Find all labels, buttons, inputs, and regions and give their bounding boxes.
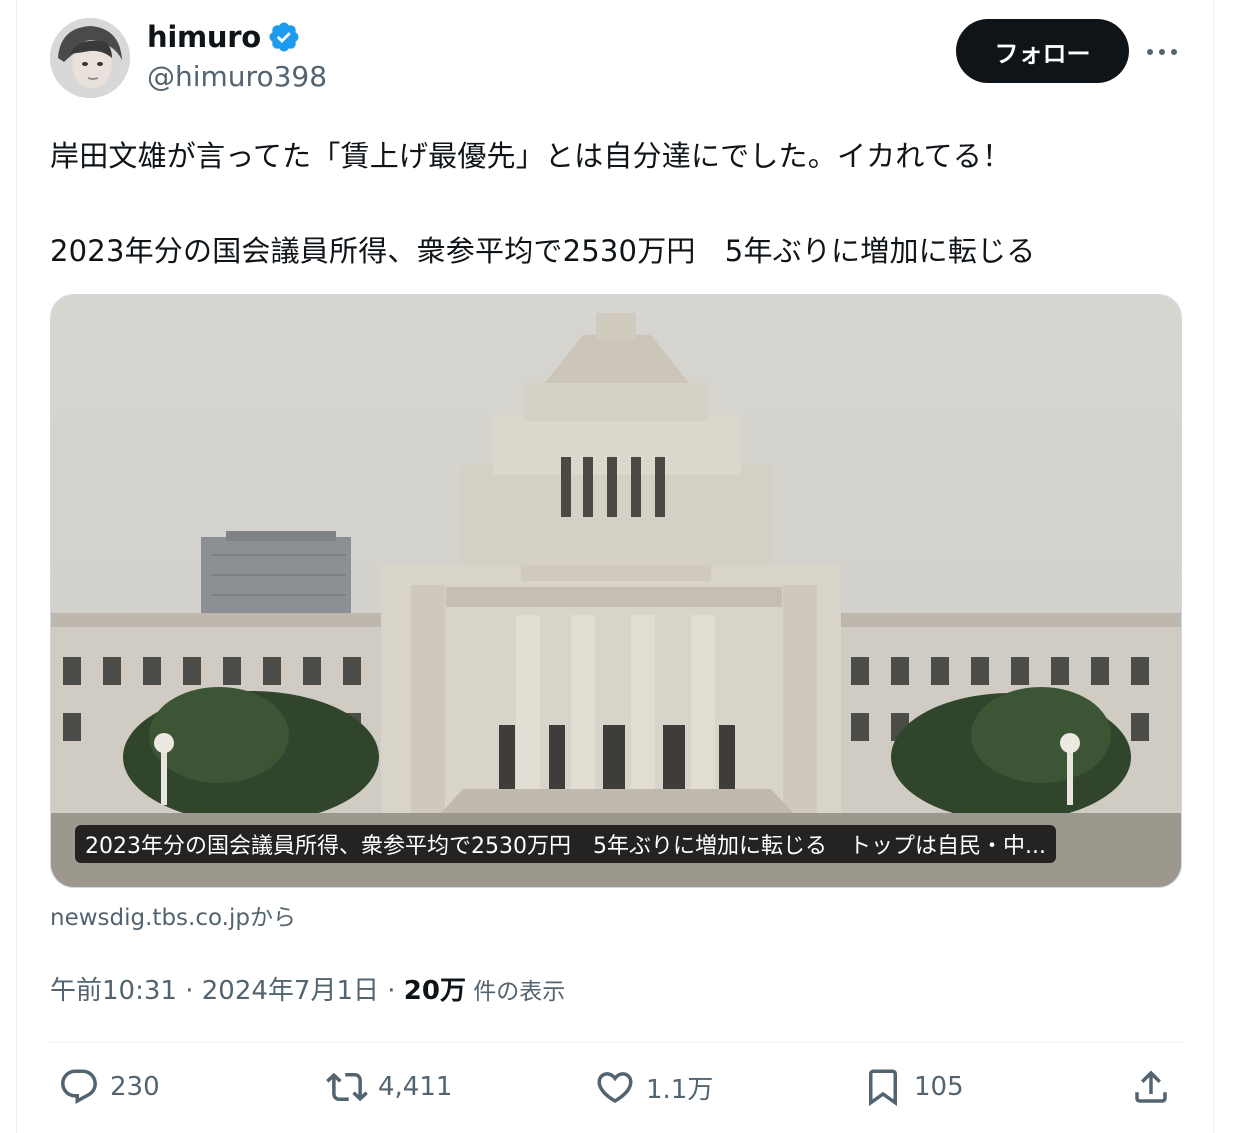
repost-button[interactable]: 4,411	[326, 1066, 452, 1108]
view-count: 20万	[403, 976, 466, 1006]
link-card-source[interactable]: newsdig.tbs.co.jpから	[50, 898, 296, 932]
view-count-label: 件の表示	[465, 979, 566, 1005]
bookmark-icon	[869, 1069, 897, 1107]
tweet-text-line2: 2023年分の国会議員所得、衆参平均で2530万円 5年ぶりに増加に転じる	[50, 234, 1036, 268]
repost-icon	[326, 1072, 368, 1102]
tweet-text-line1: 岸田文雄が言ってた「賃上げ最優先」とは自分達にでした。イカれてる！	[50, 139, 1012, 173]
verified-badge-icon	[267, 20, 301, 54]
link-card-image[interactable]: 2023年分の国会議員所得、衆参平均で2530万円 5年ぶりに増加に転じる トッ…	[50, 294, 1182, 888]
reply-button[interactable]: 230	[58, 1066, 160, 1108]
tweet-time[interactable]: 午前10:31	[50, 970, 177, 1007]
link-card-caption: 2023年分の国会議員所得、衆参平均で2530万円 5年ぶりに増加に転じる トッ…	[75, 825, 1056, 863]
heart-icon	[597, 1072, 633, 1104]
tweet-date[interactable]: 2024年7月1日	[202, 970, 379, 1007]
meta-separator: ·	[176, 976, 202, 1006]
repost-count: 4,411	[378, 1072, 453, 1102]
meta-separator: ·	[379, 976, 404, 1006]
share-icon	[1135, 1070, 1167, 1103]
more-options-icon[interactable]	[1144, 38, 1180, 66]
reply-icon	[61, 1069, 97, 1104]
bookmark-button[interactable]: 105	[862, 1066, 964, 1108]
follow-button[interactable]: フォロー	[956, 19, 1129, 83]
divider	[50, 1042, 1182, 1043]
avatar[interactable]	[50, 18, 130, 98]
author-handle[interactable]: @himuro398	[147, 60, 327, 93]
author-name-row: himuro	[147, 20, 301, 54]
tweet-meta: 午前10:31 · 2024年7月1日 · 20万 件の表示	[50, 970, 565, 1007]
author-name[interactable]: himuro	[147, 20, 261, 54]
diet-building-image	[51, 295, 1181, 887]
bookmark-count: 105	[914, 1072, 964, 1102]
like-count: 1.1万	[646, 1074, 714, 1105]
share-button[interactable]	[1130, 1066, 1172, 1108]
like-button[interactable]: 1.1万	[594, 1066, 713, 1108]
reply-count: 230	[110, 1072, 160, 1102]
